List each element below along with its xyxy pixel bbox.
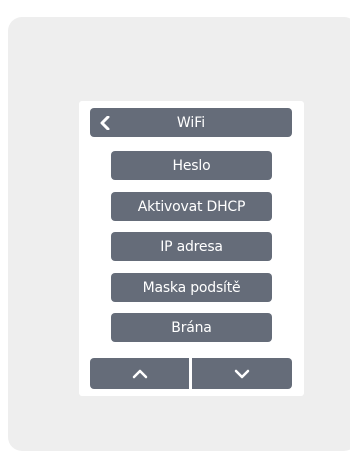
menu-item-label: IP adresa [160,238,223,255]
menu-item-label: Brána [171,319,212,336]
header-bar: WiFi [90,108,292,137]
scroll-down-button[interactable] [192,358,292,389]
device-frame: WiFi Heslo Aktivovat DHCP IP adresa Mask… [8,17,350,451]
menu-item-ip-adresa[interactable]: IP adresa [111,232,272,261]
chevron-down-icon [234,369,250,378]
menu-item-label: Aktivovat DHCP [137,198,246,215]
device-screen: WiFi Heslo Aktivovat DHCP IP adresa Mask… [79,101,304,396]
menu-item-maska-podsite[interactable]: Maska podsítě [111,273,272,302]
scroll-up-button[interactable] [90,358,189,389]
menu-item-label: Heslo [172,157,211,174]
menu-item-brana[interactable]: Brána [111,313,272,342]
menu-item-heslo[interactable]: Heslo [111,151,272,180]
chevron-up-icon [132,369,147,378]
menu-item-aktivovat-dhcp[interactable]: Aktivovat DHCP [111,192,272,221]
back-button[interactable] [90,108,120,137]
chevron-left-icon [100,115,110,130]
menu-item-label: Maska podsítě [142,279,241,296]
header-title: WiFi [176,114,206,131]
